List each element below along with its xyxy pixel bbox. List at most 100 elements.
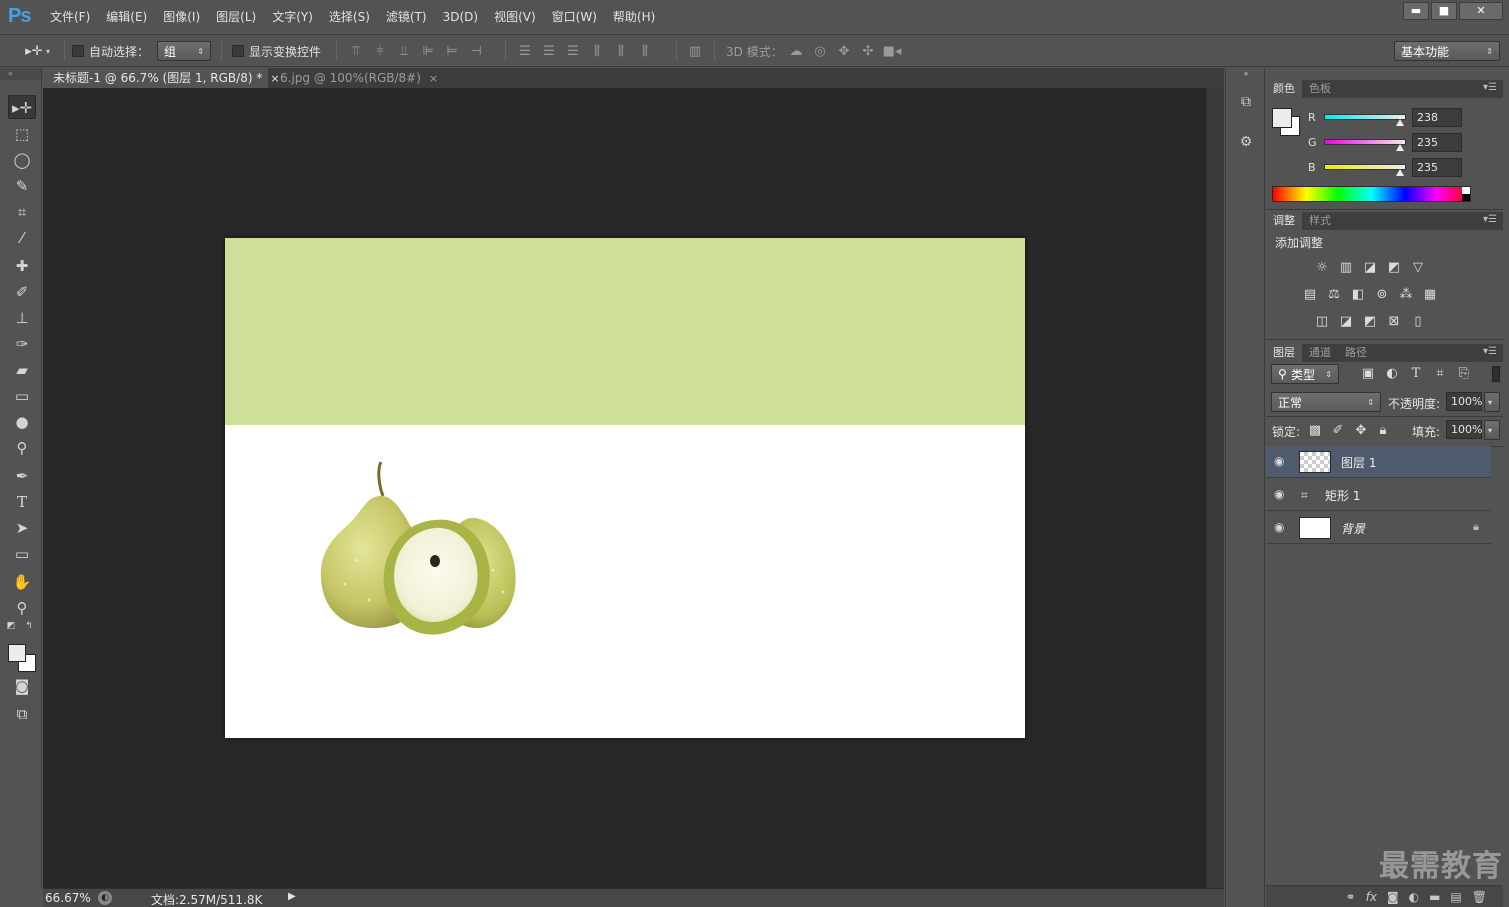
screen-mode-icon[interactable]: ⧉ bbox=[8, 702, 36, 726]
close-icon[interactable]: × bbox=[429, 72, 438, 85]
tab-6-jpg[interactable]: 6.jpg @ 100%(RGB/8#) × bbox=[270, 68, 448, 88]
tab-layers[interactable]: 图层 bbox=[1266, 344, 1302, 362]
filter-type-icon[interactable]: T bbox=[1407, 366, 1425, 382]
color-balance-icon[interactable]: ⚖ bbox=[1325, 287, 1343, 303]
curves-icon[interactable]: ◪ bbox=[1361, 260, 1379, 276]
align-bottom-icon[interactable]: ⫫ bbox=[392, 44, 416, 59]
distribute-bottom-icon[interactable]: ☰ bbox=[561, 44, 585, 59]
distribute-hcenter-icon[interactable]: ⫼ bbox=[609, 44, 633, 59]
status-info-icon[interactable]: ◐ bbox=[98, 891, 112, 905]
show-transform-checkbox[interactable] bbox=[232, 45, 244, 57]
3d-scale-icon[interactable]: ■◂ bbox=[880, 44, 904, 59]
vibrance-icon[interactable]: ▽ bbox=[1409, 260, 1427, 276]
panel-menu-icon[interactable]: ▾☰ bbox=[1483, 346, 1497, 357]
red-slider-thumb[interactable] bbox=[1396, 119, 1404, 126]
dodge-tool-icon[interactable]: ⚲ bbox=[8, 436, 36, 460]
3d-roll-icon[interactable]: ◎ bbox=[808, 44, 832, 59]
fill-field[interactable]: 100% bbox=[1446, 420, 1482, 439]
lock-all-icon[interactable]: 🔒︎ bbox=[1374, 423, 1392, 439]
filter-adjustment-icon[interactable]: ◐ bbox=[1383, 366, 1401, 382]
panel-collapse-icon[interactable]: » bbox=[0, 68, 41, 80]
eye-icon[interactable]: ◉ bbox=[1274, 520, 1284, 534]
menu-3d[interactable]: 3D(D) bbox=[435, 0, 486, 35]
distribute-right-icon[interactable]: ⫼ bbox=[633, 44, 657, 59]
auto-select-dropdown[interactable]: 组 ⇕ bbox=[157, 41, 211, 61]
tab-channels[interactable]: 通道 bbox=[1302, 344, 1338, 362]
pear-image[interactable] bbox=[317, 460, 523, 642]
history-brush-tool-icon[interactable]: ✑ bbox=[8, 332, 36, 356]
blur-tool-icon[interactable]: ● bbox=[8, 410, 36, 434]
lasso-tool-icon[interactable]: ◯ bbox=[8, 148, 36, 172]
document-canvas[interactable] bbox=[225, 238, 1025, 738]
threshold-icon[interactable]: ◩ bbox=[1361, 314, 1379, 330]
distribute-left-icon[interactable]: ⫼ bbox=[585, 44, 609, 59]
gradient-tool-icon[interactable]: ▭ bbox=[8, 384, 36, 408]
menu-edit[interactable]: 编辑(E) bbox=[98, 0, 155, 35]
tab-adjustments[interactable]: 调整 bbox=[1266, 212, 1302, 230]
filter-smart-object-icon[interactable]: ⎘ bbox=[1455, 366, 1473, 382]
layer-row-background[interactable]: ◉ 背景 🔒︎ bbox=[1266, 512, 1491, 544]
properties-panel-icon[interactable]: ⚙ bbox=[1234, 130, 1258, 154]
layer-name[interactable]: 背景 bbox=[1341, 520, 1365, 537]
panel-menu-icon[interactable]: ▾☰ bbox=[1483, 82, 1497, 93]
menu-help[interactable]: 帮助(H) bbox=[605, 0, 663, 35]
menu-file[interactable]: 文件(F) bbox=[42, 0, 98, 35]
tab-color[interactable]: 颜色 bbox=[1266, 80, 1302, 98]
fill-slider-button[interactable]: ▾ bbox=[1484, 420, 1500, 440]
eraser-tool-icon[interactable]: ▰ bbox=[8, 358, 36, 382]
opacity-slider-button[interactable]: ▾ bbox=[1484, 392, 1500, 412]
quick-mask-icon[interactable]: ◙ bbox=[8, 674, 36, 698]
align-right-icon[interactable]: ⊣ bbox=[464, 44, 488, 59]
workspace-dropdown[interactable]: 基本功能 ⇕ bbox=[1394, 41, 1500, 61]
new-layer-icon[interactable]: ▤ bbox=[1450, 890, 1461, 904]
healing-brush-tool-icon[interactable]: ✚ bbox=[8, 254, 36, 278]
filter-toggle-switch[interactable] bbox=[1492, 366, 1500, 382]
red-value-field[interactable]: 238 bbox=[1412, 108, 1462, 127]
brightness-contrast-icon[interactable]: ☼ bbox=[1313, 260, 1331, 276]
link-layers-icon[interactable]: ⚭ bbox=[1346, 890, 1356, 904]
lock-position-icon[interactable]: ✥ bbox=[1352, 423, 1370, 439]
move-tool-preset[interactable]: ▸✛ ▾ bbox=[22, 35, 50, 67]
photo-filter-icon[interactable]: ⊚ bbox=[1373, 287, 1391, 303]
canvas-workspace[interactable] bbox=[43, 88, 1206, 888]
layer-name[interactable]: 矩形 1 bbox=[1325, 487, 1360, 504]
lock-transparent-icon[interactable]: ▩ bbox=[1306, 423, 1324, 439]
type-tool-icon[interactable]: T bbox=[8, 490, 36, 514]
filter-pixel-icon[interactable]: ▣ bbox=[1359, 366, 1377, 382]
foreground-color-swatch[interactable] bbox=[8, 644, 26, 662]
zoom-level[interactable]: 66.67% bbox=[45, 891, 91, 905]
menu-view[interactable]: 视图(V) bbox=[486, 0, 544, 35]
add-mask-icon[interactable]: ◙ bbox=[1387, 890, 1399, 904]
green-rectangle-shape[interactable] bbox=[225, 238, 1025, 425]
menu-image[interactable]: 图像(I) bbox=[155, 0, 208, 35]
new-group-icon[interactable]: ▬ bbox=[1429, 890, 1440, 904]
levels-icon[interactable]: ▥ bbox=[1337, 260, 1355, 276]
align-left-icon[interactable]: ⊫ bbox=[416, 44, 440, 59]
3d-pan-icon[interactable]: ✥ bbox=[832, 44, 856, 59]
align-top-icon[interactable]: ⫪ bbox=[344, 44, 368, 59]
status-menu-arrow-icon[interactable]: ▶ bbox=[288, 891, 296, 902]
crop-tool-icon[interactable]: ⌗ bbox=[8, 200, 36, 224]
green-value-field[interactable]: 235 bbox=[1412, 133, 1462, 152]
gradient-map-icon[interactable]: ▯ bbox=[1409, 314, 1427, 330]
menu-layer[interactable]: 图层(L) bbox=[208, 0, 264, 35]
vertical-scrollbar[interactable] bbox=[1206, 88, 1224, 888]
blend-mode-dropdown[interactable]: 正常 ⇕ bbox=[1271, 392, 1381, 412]
tab-styles[interactable]: 样式 bbox=[1302, 212, 1338, 230]
black-white-icon[interactable]: ◧ bbox=[1349, 287, 1367, 303]
distribute-top-icon[interactable]: ☰ bbox=[513, 44, 537, 59]
blue-slider-track[interactable] bbox=[1324, 164, 1406, 170]
rectangle-tool-icon[interactable]: ▭ bbox=[8, 542, 36, 566]
hue-saturation-icon[interactable]: ▤ bbox=[1301, 287, 1319, 303]
blue-slider-thumb[interactable] bbox=[1396, 169, 1404, 176]
opacity-field[interactable]: 100% bbox=[1446, 392, 1482, 411]
fx-icon[interactable]: fx bbox=[1366, 890, 1377, 904]
close-button[interactable]: ✕ bbox=[1459, 2, 1503, 20]
default-colors-icon[interactable]: ◩ bbox=[4, 620, 18, 632]
selective-color-icon[interactable]: ⊠ bbox=[1385, 314, 1403, 330]
color-lookup-icon[interactable]: ▦ bbox=[1421, 287, 1439, 303]
path-select-tool-icon[interactable]: ➤ bbox=[8, 516, 36, 540]
menu-type[interactable]: 文字(Y) bbox=[264, 0, 321, 35]
3d-slide-icon[interactable]: ✣ bbox=[856, 44, 880, 59]
tab-paths[interactable]: 路径 bbox=[1338, 344, 1374, 362]
